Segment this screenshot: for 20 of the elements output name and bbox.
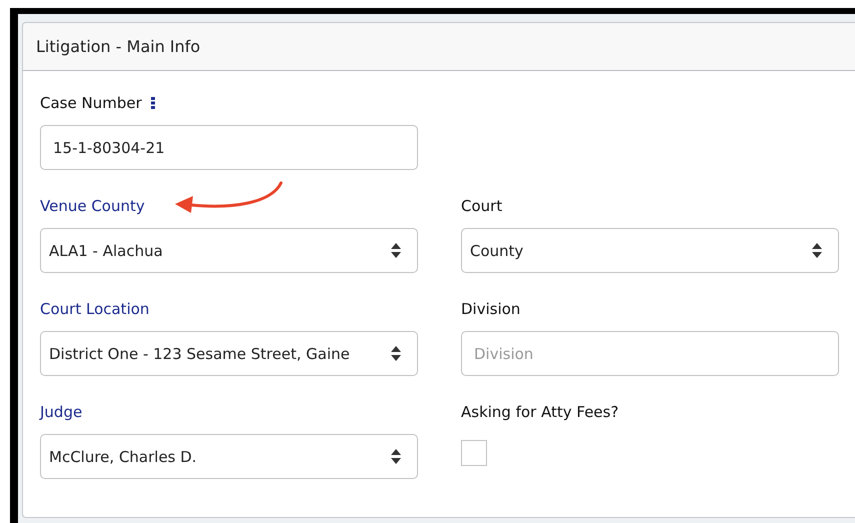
sort-arrows-icon xyxy=(812,243,822,258)
input-field[interactable]: Division xyxy=(461,331,839,376)
dropdown[interactable]: County xyxy=(461,228,839,273)
dropdown[interactable]: District One - 123 Sesame Street, Gaine xyxy=(40,331,418,376)
input-field[interactable]: 15-1-80304-21 xyxy=(40,125,418,170)
field-label: Asking for Atty Fees? xyxy=(461,403,619,421)
sort-arrows-icon xyxy=(391,346,401,361)
field-label: Case Number xyxy=(40,94,142,112)
dropdown[interactable]: ALA1 - Alachua xyxy=(40,228,418,273)
panel-title: Litigation - Main Info xyxy=(36,37,200,56)
sort-arrows-icon xyxy=(391,243,401,258)
more-icon[interactable] xyxy=(150,97,155,109)
field-label-link[interactable]: Judge xyxy=(40,403,82,421)
field-label-link[interactable]: Court Location xyxy=(40,300,150,318)
field-label: Division xyxy=(461,300,520,318)
sort-arrows-icon xyxy=(391,449,401,464)
field-label-link[interactable]: Venue County xyxy=(40,197,145,215)
field-label: Court xyxy=(461,197,502,215)
checkbox[interactable] xyxy=(461,440,487,466)
dropdown[interactable]: McClure, Charles D. xyxy=(40,434,418,479)
